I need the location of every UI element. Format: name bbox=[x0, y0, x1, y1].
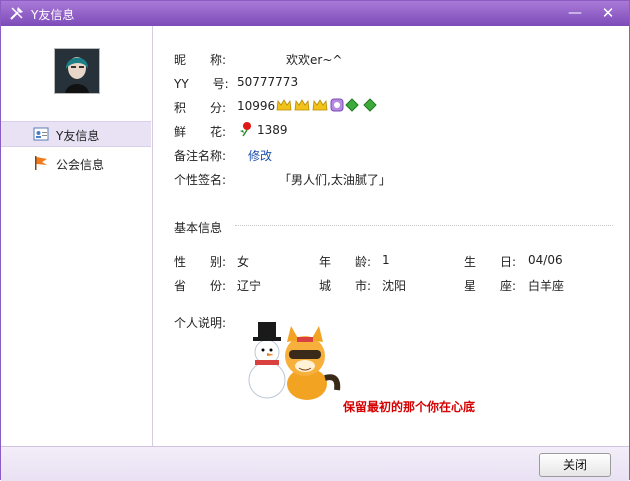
footer-bar: 关闭 bbox=[1, 446, 629, 481]
nickname-label: 昵 称: bbox=[174, 53, 227, 67]
level-badges bbox=[276, 98, 377, 112]
avatar[interactable] bbox=[54, 48, 100, 94]
minimize-button[interactable]: — bbox=[562, 3, 588, 23]
sidebar-item-label: Y友信息 bbox=[56, 129, 100, 143]
remark-label: 备注名称: bbox=[174, 149, 227, 163]
signature-value: 「男人们,太油腻了」 bbox=[279, 173, 391, 187]
diamond-icon bbox=[345, 98, 359, 112]
avatar-image-icon bbox=[55, 49, 99, 93]
flowers-value: 1389 bbox=[257, 123, 288, 137]
about-caption: 保留最初的那个你在心底 bbox=[343, 400, 476, 414]
city-label: 城 市: bbox=[319, 279, 372, 293]
birthday-value: 04/06 bbox=[528, 253, 563, 267]
gender-value: 女 bbox=[237, 255, 250, 269]
contact-card-icon bbox=[33, 127, 49, 141]
sidebar-item-friend-info[interactable]: Y友信息 bbox=[1, 121, 151, 147]
yy-value: 50777773 bbox=[237, 75, 299, 89]
flag-icon bbox=[35, 156, 47, 170]
close-button[interactable]: 关闭 bbox=[539, 453, 611, 477]
section-divider bbox=[235, 225, 613, 226]
signature-label: 个性签名: bbox=[174, 173, 227, 187]
sidebar-item-guild-info[interactable]: 公会信息 bbox=[1, 151, 151, 175]
city-value: 沈阳 bbox=[382, 279, 407, 293]
nickname-value: 欢欢er~^ bbox=[286, 53, 343, 67]
crown-icon bbox=[294, 99, 310, 111]
moon-badge-icon bbox=[330, 98, 344, 112]
tools-icon bbox=[10, 7, 23, 20]
snowman-raccoon-image bbox=[248, 322, 341, 400]
crown-icon bbox=[312, 99, 328, 111]
age-value: 1 bbox=[382, 253, 390, 267]
about-label: 个人说明: bbox=[174, 316, 227, 330]
title-bar[interactable]: Y友信息 — ✕ bbox=[1, 1, 629, 26]
profile-window: Y友信息 — ✕ Y友信息 公会信息 昵 称: 欢欢er~^ YY 号: 507… bbox=[0, 0, 630, 481]
birthday-label: 生 日: bbox=[464, 255, 517, 269]
basic-info-title: 基本信息 bbox=[174, 221, 223, 235]
profile-content: 昵 称: 欢欢er~^ YY 号: 50777773 积 分: 10996 鲜 … bbox=[153, 26, 629, 446]
close-window-button[interactable]: ✕ bbox=[595, 3, 621, 23]
window-title: Y友信息 bbox=[31, 8, 75, 22]
points-label: 积 分: bbox=[174, 101, 227, 115]
diamond-icon bbox=[363, 98, 377, 112]
sidebar-item-label: 公会信息 bbox=[56, 158, 105, 172]
age-label: 年 龄: bbox=[319, 255, 372, 269]
zodiac-value: 白羊座 bbox=[528, 279, 565, 293]
yy-label: YY 号: bbox=[174, 77, 229, 91]
province-label: 省 份: bbox=[174, 279, 227, 293]
points-value: 10996 bbox=[237, 99, 276, 113]
sidebar: Y友信息 公会信息 bbox=[1, 26, 153, 446]
zodiac-label: 星 座: bbox=[464, 279, 517, 293]
edit-remark-link[interactable]: 修改 bbox=[248, 147, 272, 164]
province-value: 辽宁 bbox=[237, 279, 262, 293]
crown-icon bbox=[276, 99, 292, 111]
gender-label: 性 别: bbox=[174, 255, 227, 269]
flowers-label: 鲜 花: bbox=[174, 125, 227, 139]
rose-icon bbox=[240, 122, 251, 137]
